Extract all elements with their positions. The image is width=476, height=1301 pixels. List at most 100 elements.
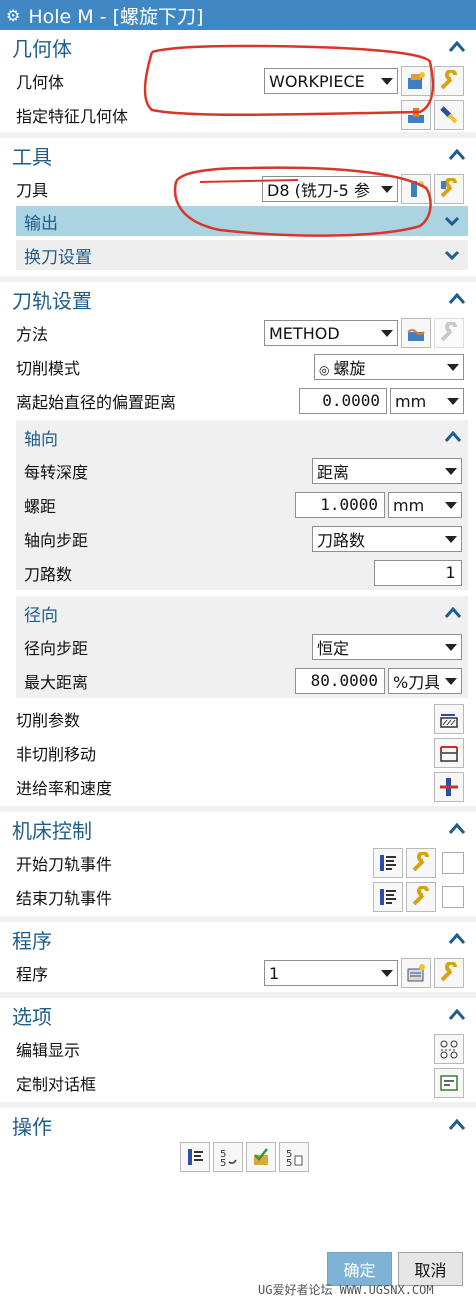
offset-input[interactable]: 0.0000 (299, 388, 387, 414)
radial-title: 径向 (24, 605, 58, 626)
edit-program-button[interactable] (434, 958, 464, 988)
geometry-select[interactable]: WORKPIECE (264, 68, 398, 94)
machine-control-header[interactable]: 机床控制 (0, 812, 476, 846)
chevron-down-icon (447, 363, 459, 371)
title-bar[interactable]: ⚙ Hole M - [螺旋下刀] (0, 0, 476, 30)
max-distance-row: 最大距离 80.0000 %刀具 (16, 664, 468, 698)
tool-label: 刀具 (16, 181, 49, 200)
edit-display-label: 编辑显示 (16, 1041, 81, 1060)
chevron-up-icon[interactable] (444, 428, 462, 446)
pitch-unit-select[interactable]: mm (388, 492, 462, 518)
edit-display-icon (440, 1040, 458, 1059)
axial-step-value: 刀路数 (317, 531, 366, 550)
flashlight-button[interactable] (434, 100, 464, 130)
tool-select[interactable]: D8 (铣刀-5 参 (262, 176, 398, 202)
chevron-up-icon[interactable] (448, 930, 466, 948)
end-event-edit-button[interactable] (406, 882, 436, 912)
new-method-button[interactable] (401, 318, 431, 348)
new-geometry-button[interactable] (401, 66, 431, 96)
custom-dialog-label: 定制对话框 (16, 1075, 97, 1094)
noncut-label: 非切削移动 (16, 745, 97, 764)
custom-dialog-row: 定制对话框 (0, 1066, 476, 1100)
replay-button[interactable]: 55 (213, 1142, 243, 1172)
axial-step-select[interactable]: 刀路数 (312, 526, 462, 552)
svg-text:5: 5 (220, 1158, 226, 1168)
end-event-checkbox[interactable] (442, 886, 464, 908)
chevron-up-icon[interactable] (448, 820, 466, 838)
passes-row: 刀路数 1 (16, 556, 468, 590)
flashlight-icon (440, 106, 458, 124)
start-event-checkbox[interactable] (442, 852, 464, 874)
new-program-button[interactable] (401, 958, 431, 988)
chevron-up-icon[interactable] (448, 1116, 466, 1134)
output-bar[interactable]: 输出 (16, 206, 468, 236)
new-geometry-icon (408, 72, 425, 89)
feature-geometry-row: 指定特征几何体 (0, 98, 476, 132)
end-event-button[interactable] (373, 882, 403, 912)
depth-per-rev-select[interactable]: 距离 (312, 458, 462, 484)
cut-mode-row: 切削模式 ◎ 螺旋 (0, 350, 476, 384)
cut-mode-select-value: ◎ 螺旋 (319, 355, 366, 379)
method-label: 方法 (16, 325, 49, 344)
method-select[interactable]: METHOD (264, 320, 398, 346)
axial-header[interactable]: 轴向 (16, 420, 468, 454)
cut-mode-label: 切削模式 (16, 359, 81, 378)
edit-method-button[interactable] (434, 318, 464, 348)
chevron-up-icon[interactable] (448, 146, 466, 164)
event-icon (380, 855, 396, 871)
chevron-down-icon (381, 185, 393, 193)
passes-label: 刀路数 (24, 565, 73, 584)
generate-button[interactable] (180, 1142, 210, 1172)
passes-input[interactable]: 1 (374, 560, 462, 586)
chevron-down-icon (445, 467, 457, 475)
program-header[interactable]: 程序 (0, 922, 476, 956)
cut-mode-select[interactable]: ◎ 螺旋 (314, 354, 464, 380)
spiral-icon: ◎ (319, 363, 330, 377)
path-settings-section: 刀轨设置 方法 METHOD 切削模式 ◎ 螺旋 离起始直径的偏置距离 0.000… (0, 282, 476, 812)
options-title: 选项 (12, 1004, 52, 1029)
method-select-value: METHOD (269, 323, 340, 343)
toolchange-bar[interactable]: 换刀设置 (16, 240, 468, 270)
max-distance-unit-select[interactable]: %刀具 (388, 668, 462, 694)
start-event-label: 开始刀轨事件 (16, 855, 113, 874)
chevron-up-icon[interactable] (448, 290, 466, 308)
specify-feature-button[interactable] (401, 100, 431, 130)
tool-row: 刀具 D8 (铣刀-5 参 (0, 172, 476, 206)
cut-params-icon (440, 714, 458, 728)
edit-display-button[interactable] (434, 1034, 464, 1064)
pitch-input[interactable]: 1.0000 (295, 492, 385, 518)
svg-text:5: 5 (286, 1158, 292, 1168)
chevron-up-icon[interactable] (448, 38, 466, 56)
offset-unit-select[interactable]: mm (390, 388, 464, 414)
path-settings-header[interactable]: 刀轨设置 (0, 282, 476, 316)
tool-header[interactable]: 工具 (0, 138, 476, 172)
edit-geometry-button[interactable] (434, 66, 464, 96)
geometry-header[interactable]: 几何体 (0, 30, 476, 64)
noncut-button[interactable] (434, 738, 464, 768)
radial-header[interactable]: 径向 (16, 596, 468, 630)
max-distance-input[interactable]: 80.0000 (295, 668, 385, 694)
custom-dialog-button[interactable] (434, 1068, 464, 1098)
offset-row: 离起始直径的偏置距离 0.0000 mm (0, 384, 476, 418)
start-event-button[interactable] (373, 848, 403, 878)
output-label: 输出 (24, 213, 58, 234)
options-header[interactable]: 选项 (0, 998, 476, 1032)
feeds-button[interactable] (434, 772, 464, 802)
gear-icon[interactable]: ⚙ (6, 6, 20, 25)
new-tool-button[interactable] (401, 174, 431, 204)
chevron-up-icon[interactable] (444, 604, 462, 622)
cut-params-button[interactable] (434, 704, 464, 734)
wrench-icon (440, 70, 457, 90)
radial-step-label: 径向步距 (24, 639, 89, 658)
list-button[interactable]: 55 (279, 1142, 309, 1172)
chevron-down-icon (381, 77, 393, 85)
radial-step-select[interactable]: 恒定 (312, 634, 462, 660)
program-select[interactable]: 1 (264, 960, 398, 986)
actions-header[interactable]: 操作 (0, 1108, 476, 1142)
dialog-footer: 确定 取消 UG爱好者论坛 WWW.UGSNX.COM (0, 1244, 476, 1301)
edit-tool-button[interactable] (434, 174, 464, 204)
chevron-down-icon (447, 397, 459, 405)
verify-button[interactable] (246, 1142, 276, 1172)
chevron-up-icon[interactable] (448, 1006, 466, 1024)
start-event-edit-button[interactable] (406, 848, 436, 878)
